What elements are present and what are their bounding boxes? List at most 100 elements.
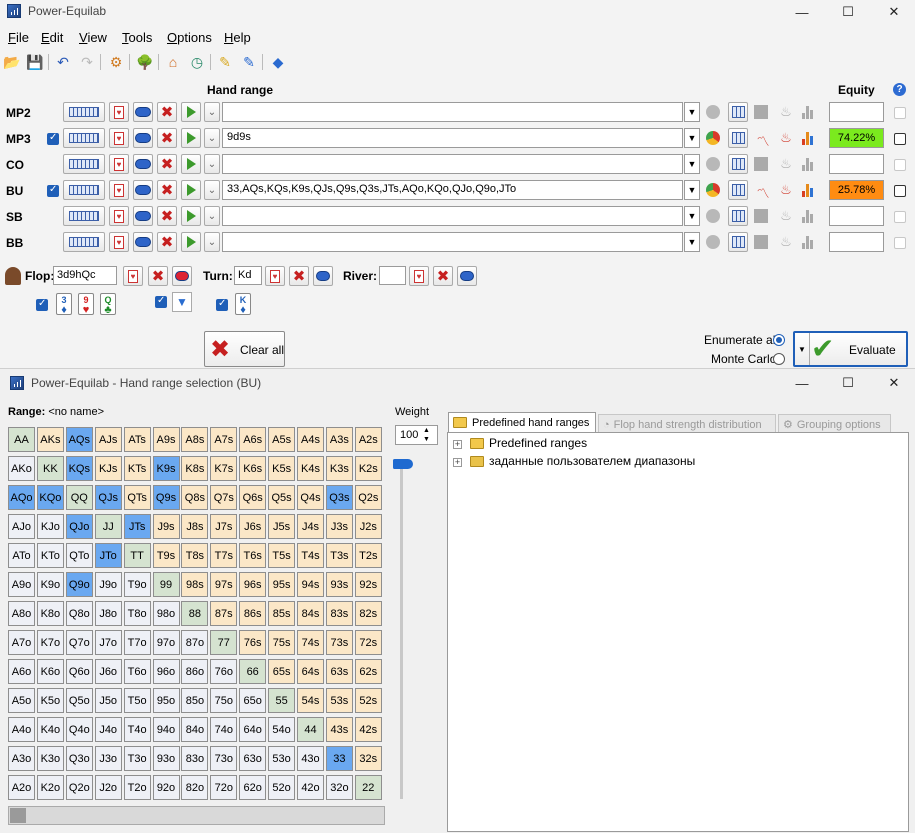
hand-cell-75s[interactable]: 75s [268,630,296,655]
maximize-icon[interactable]: ☐ [825,0,871,24]
hand-cell-T9s[interactable]: T9s [152,543,180,568]
flop-clear-button[interactable]: ✖ [148,266,168,286]
hand-cell-K7s[interactable]: K7s [210,456,238,481]
hand-cell-A8s[interactable]: A8s [181,427,209,452]
hand-cell-93s[interactable]: 93s [325,572,353,597]
card-picker-button[interactable]: ♥ [109,154,129,174]
hand-cell-Q2o[interactable]: Q2o [65,775,93,800]
hand-cell-Q7o[interactable]: Q7o [65,630,93,655]
hand-cell-T4o[interactable]: T4o [123,717,151,742]
hand-cell-Q6s[interactable]: Q6s [239,485,267,510]
hand-cell-K9s[interactable]: K9s [152,456,180,481]
hand-cell-K8s[interactable]: K8s [181,456,209,481]
hand-cell-99[interactable]: 99 [152,572,180,597]
card-picker-button[interactable]: ♥ [109,206,129,226]
hand-cell-K8o[interactable]: K8o [36,601,64,626]
hand-cell-62s[interactable]: 62s [354,659,382,684]
hand-cell-ATo[interactable]: ATo [8,543,35,568]
clear-range-button[interactable]: ✖ [157,232,177,252]
hand-cell-K2o[interactable]: K2o [36,775,64,800]
range-matrix-button[interactable] [728,232,748,252]
hand-cell-53s[interactable]: 53s [325,688,353,713]
clear-all-button[interactable]: ✖ Clear all [204,331,285,367]
river-card-picker-button[interactable]: ♥ [409,266,429,286]
flop-card-2[interactable]: 9 ♥ [78,293,94,316]
hand-cell-84o[interactable]: 84o [181,717,209,742]
spinner-arrows-icon[interactable]: ▲ ▼ [423,426,430,444]
hand-cell-86o[interactable]: 86o [181,659,209,684]
river-input[interactable] [379,266,406,285]
hand-cell-QTo[interactable]: QTo [65,543,93,568]
flop-random-button[interactable] [172,266,192,286]
menu-options[interactable]: Options [167,30,212,45]
range-matrix-button[interactable] [728,128,748,148]
flop-cards-checkbox[interactable] [36,298,48,311]
horizontal-slider[interactable] [8,806,385,825]
hand-cell-T9o[interactable]: T9o [123,572,151,597]
hand-cell-J2s[interactable]: J2s [354,514,382,539]
pie-chart-icon[interactable] [706,131,720,145]
hand-cell-T8s[interactable]: T8s [181,543,209,568]
graph-icon[interactable] [754,105,768,119]
hand-cell-Q5o[interactable]: Q5o [65,688,93,713]
hand-cell-J9s[interactable]: J9s [152,514,180,539]
hand-cell-72s[interactable]: 72s [354,630,382,655]
bar-chart-icon[interactable] [801,131,815,145]
hand-cell-J8s[interactable]: J8s [181,514,209,539]
hand-cell-63o[interactable]: 63o [239,746,267,771]
flame-icon[interactable]: ♨ [777,207,795,225]
hand-cell-T5s[interactable]: T5s [268,543,296,568]
card-picker-button[interactable]: ♥ [109,232,129,252]
hand-cell-T6o[interactable]: T6o [123,659,151,684]
hand-cell-J8o[interactable]: J8o [94,601,122,626]
hand-cell-92s[interactable]: 92s [354,572,382,597]
turn-clear-button[interactable]: ✖ [289,266,309,286]
hand-cell-K6s[interactable]: K6s [239,456,267,481]
hand-cell-94s[interactable]: 94s [297,572,324,597]
hand-cell-J5s[interactable]: J5s [268,514,296,539]
hand-cell-94o[interactable]: 94o [152,717,180,742]
hand-cell-85o[interactable]: 85o [181,688,209,713]
hand-cell-K2s[interactable]: K2s [354,456,382,481]
graph-icon[interactable]: 〽 [754,131,772,149]
flame-icon[interactable]: ♨ [777,103,795,121]
hand-cell-72o[interactable]: 72o [210,775,238,800]
hand-cell-J7o[interactable]: J7o [94,630,122,655]
expand-button[interactable]: ⌄ [204,128,220,148]
hand-cell-96o[interactable]: 96o [152,659,180,684]
hand-cell-A8o[interactable]: A8o [8,601,35,626]
play-button[interactable] [181,206,201,226]
flop-input[interactable]: 3d9hQc [53,266,117,285]
hand-cell-T7o[interactable]: T7o [123,630,151,655]
evaluate-dropdown-icon[interactable]: ▼ [798,345,806,354]
range-matrix-button[interactable] [728,102,748,122]
hand-cell-98s[interactable]: 98s [181,572,209,597]
hand-cell-A4o[interactable]: A4o [8,717,35,742]
weight-slider-thumb[interactable] [393,459,413,469]
hand-cell-43s[interactable]: 43s [325,717,353,742]
pie-chart-icon[interactable] [706,235,720,249]
hand-cell-AJs[interactable]: AJs [94,427,122,452]
hand-cell-63s[interactable]: 63s [325,659,353,684]
hand-cell-87o[interactable]: 87o [181,630,209,655]
book-icon[interactable]: ◆ [269,53,287,71]
hand-cell-QJo[interactable]: QJo [65,514,93,539]
hand-cell-J5o[interactable]: J5o [94,688,122,713]
hand-cell-55[interactable]: 55 [268,688,296,713]
flame-icon[interactable]: ♨ [777,129,795,147]
pie-chart-icon[interactable] [706,209,720,223]
random-range-button[interactable] [133,102,153,122]
pie-chart-icon[interactable] [706,157,720,171]
expand-button[interactable]: ⌄ [204,180,220,200]
hand-cell-75o[interactable]: 75o [210,688,238,713]
hand-cell-86s[interactable]: 86s [239,601,267,626]
hand-cell-J3s[interactable]: J3s [325,514,353,539]
hand-cell-K9o[interactable]: K9o [36,572,64,597]
hand-cell-82o[interactable]: 82o [181,775,209,800]
hand-cell-85s[interactable]: 85s [268,601,296,626]
player-lock-checkbox[interactable] [894,211,906,223]
hand-cell-87s[interactable]: 87s [210,601,238,626]
turn-random-button[interactable] [313,266,333,286]
turn-card-picker-button[interactable]: ♥ [265,266,285,286]
minimize-icon[interactable]: — [779,371,825,395]
